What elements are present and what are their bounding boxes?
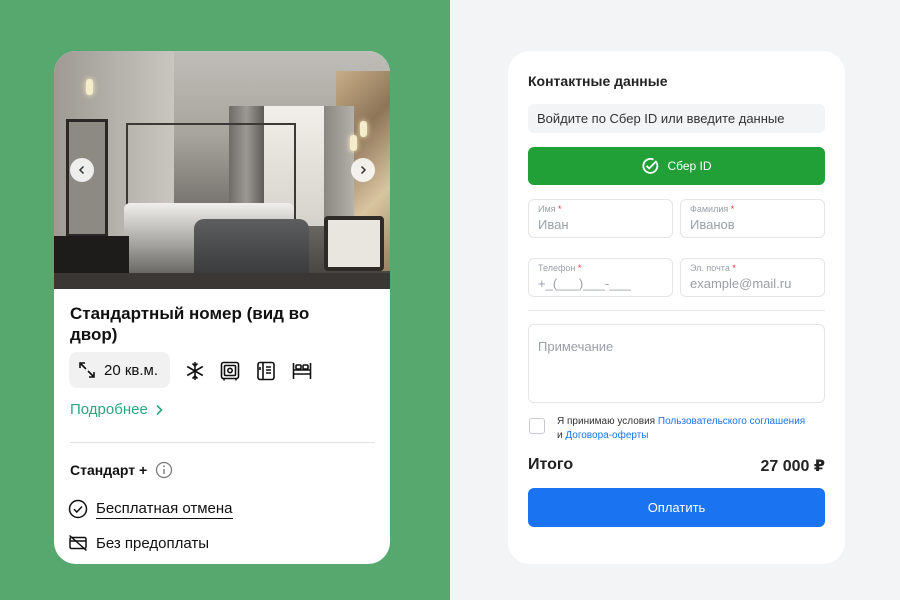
last-name-label: Фамилия *	[690, 204, 735, 214]
feature-label: Без предоплаты	[96, 534, 210, 552]
chevron-left-icon	[78, 165, 85, 175]
email-field[interactable]: Эл. почта * example@mail.ru	[680, 258, 825, 297]
room-photo	[54, 51, 390, 289]
user-agreement-link[interactable]: Пользовательского соглашения	[658, 416, 805, 427]
chevron-right-icon	[360, 165, 367, 175]
total-value: 27 000 ₽	[760, 458, 825, 475]
sber-id-button[interactable]: Сбер ID	[528, 147, 825, 185]
email-label: Эл. почта *	[690, 263, 736, 273]
tariff-row: Стандарт +	[70, 461, 173, 479]
more-details-label: Подробнее	[70, 401, 148, 418]
contact-form-card: Контактные данные Войдите по Сбер ID или…	[508, 51, 845, 564]
phone-field[interactable]: Телефон * +_(___)___-___	[528, 258, 673, 297]
room-divider	[70, 442, 375, 443]
photo-floor	[54, 273, 390, 289]
note-placeholder: Примечание	[538, 339, 614, 354]
note-textarea[interactable]: Примечание	[528, 324, 825, 403]
area-chip: 20 кв.м.	[69, 352, 170, 388]
feature-free-cancel: Бесплатная отмена	[68, 499, 233, 519]
feature-label[interactable]: Бесплатная отмена	[96, 500, 233, 519]
sber-logo-icon	[642, 158, 659, 174]
photo-prev-button[interactable]	[70, 158, 94, 182]
room-card: Стандартный номер (вид во двор) 20 кв.м.	[54, 51, 390, 564]
total-label: Итого	[528, 456, 574, 473]
phone-placeholder: +_(___)___-___	[538, 276, 631, 291]
no-card-icon	[69, 534, 87, 552]
photo-wall-lamp	[86, 79, 93, 95]
agreement-text: Я принимаю условия Пользовательского сог…	[557, 416, 806, 441]
first-name-label: Имя *	[538, 204, 562, 214]
check-circle-icon	[68, 499, 88, 519]
sber-id-label: Сбер ID	[667, 159, 712, 173]
safe-icon	[220, 361, 240, 381]
first-name-placeholder: Иван	[538, 217, 569, 232]
chevron-right-icon	[156, 404, 163, 415]
photo-pendant-lamp	[350, 135, 357, 151]
photo-blanket	[194, 219, 309, 274]
offer-contract-link[interactable]: Договора-оферты	[565, 430, 648, 441]
tariff-name: Стандарт +	[70, 462, 148, 478]
sber-hint: Войдите по Сбер ID или введите данные	[528, 104, 825, 133]
agreement-checkbox[interactable]	[529, 418, 545, 434]
email-placeholder: example@mail.ru	[690, 276, 792, 291]
snowflake-icon	[186, 362, 204, 380]
feature-no-prepayment: Без предоплаты	[68, 533, 209, 553]
pay-button-label: Оплатить	[647, 500, 706, 515]
more-details-link[interactable]: Подробнее	[70, 401, 164, 418]
last-name-field[interactable]: Фамилия * Иванов	[680, 199, 825, 238]
photo-next-button[interactable]	[351, 158, 375, 182]
form-title: Контактные данные	[528, 73, 668, 89]
form-divider	[528, 310, 825, 311]
last-name-placeholder: Иванов	[690, 217, 735, 232]
photo-chair	[324, 216, 384, 271]
info-icon[interactable]	[155, 461, 173, 479]
room-title: Стандартный номер (вид во двор)	[70, 304, 310, 344]
expand-arrows-icon	[79, 362, 95, 378]
phone-label: Телефон *	[538, 263, 582, 273]
bed-icon	[292, 363, 312, 379]
photo-pendant-lamp	[360, 121, 367, 137]
area-value: 20 кв.м.	[104, 361, 159, 379]
pay-button[interactable]: Оплатить	[528, 488, 825, 527]
first-name-field[interactable]: Имя * Иван	[528, 199, 673, 238]
fridge-icon	[257, 361, 275, 381]
